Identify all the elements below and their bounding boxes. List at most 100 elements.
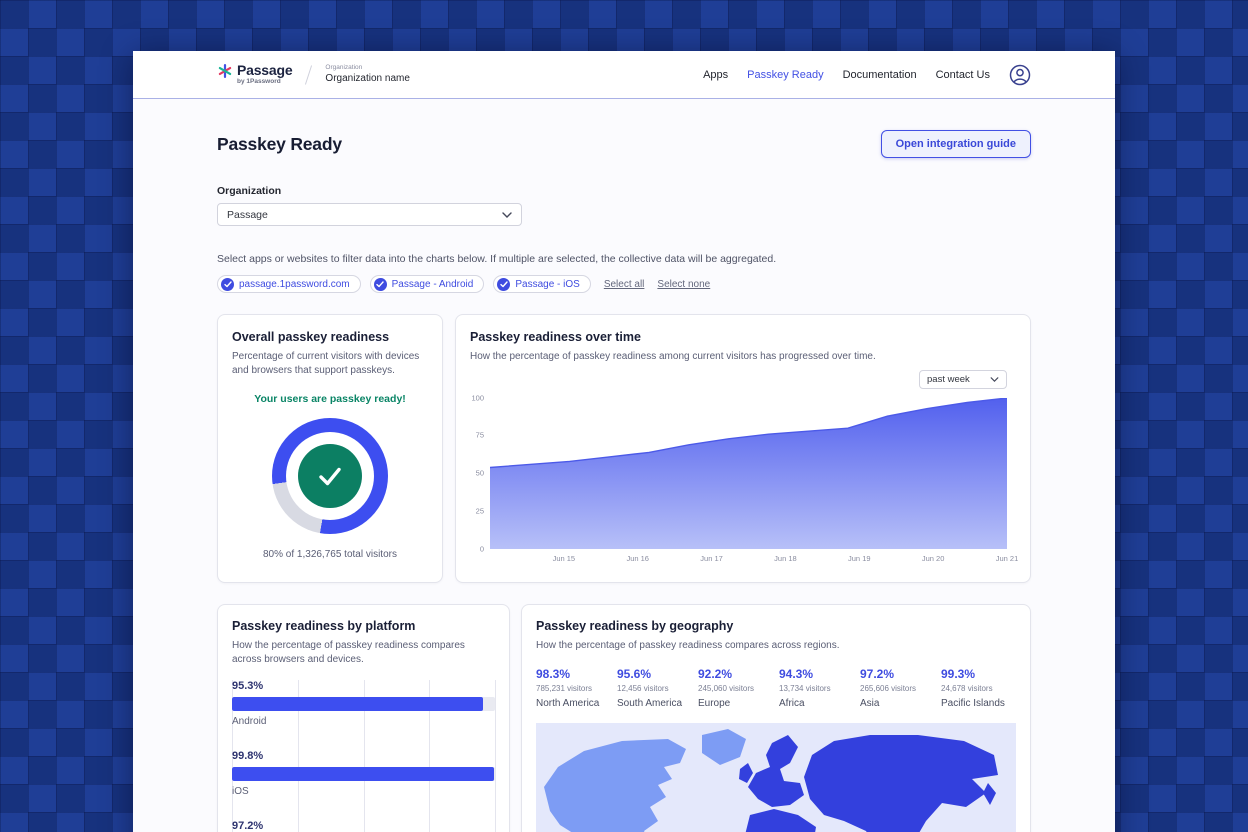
geo-stat-north-america: 98.3% 785,231 visitors North America bbox=[536, 667, 611, 711]
geo-stat-south-america: 95.6% 12,456 visitors South America bbox=[617, 667, 692, 711]
nav-contact-us[interactable]: Contact Us bbox=[936, 69, 990, 81]
app-window: Passage by 1Password Organization Organi… bbox=[133, 51, 1115, 832]
platform-card-description: How the percentage of passkey readiness … bbox=[232, 639, 495, 666]
cards-row-2: Passkey readiness by platform How the pe… bbox=[217, 604, 1031, 832]
platform-bar-value: 99.8% bbox=[232, 750, 495, 763]
map-europe bbox=[748, 735, 804, 807]
org-switcher[interactable]: Organization Organization name bbox=[325, 65, 410, 85]
platform-bar-value: 95.3% bbox=[232, 680, 495, 693]
select-all-link[interactable]: Select all bbox=[604, 279, 645, 290]
geo-region-name: Africa bbox=[779, 698, 854, 711]
logo-text: Passage by 1Password bbox=[237, 63, 292, 86]
over-time-card-title: Passkey readiness over time bbox=[470, 330, 1007, 344]
area-plot bbox=[490, 398, 1007, 549]
platform-bar-group: 97.2% bbox=[232, 820, 495, 832]
main-content: Passkey Ready Open integration guide Org… bbox=[133, 99, 1115, 832]
page-title: Passkey Ready bbox=[217, 134, 342, 155]
geography-stats: 98.3% 785,231 visitors North America 95.… bbox=[536, 667, 1016, 711]
geo-visitors: 13,734 visitors bbox=[779, 684, 854, 693]
platform-bar-fill bbox=[232, 767, 494, 781]
chip-passage-android[interactable]: Passage - Android bbox=[370, 275, 485, 293]
platform-bar-track bbox=[232, 767, 495, 781]
chip-passage-ios[interactable]: Passage - iOS bbox=[493, 275, 590, 293]
geography-card: Passkey readiness by geography How the p… bbox=[521, 604, 1031, 832]
passkey-ready-check-circle bbox=[298, 444, 362, 508]
platform-card: Passkey readiness by platform How the pe… bbox=[217, 604, 510, 832]
geo-stat-pacific-islands: 99.3% 24,678 visitors Pacific Islands bbox=[941, 667, 1016, 711]
map-japan bbox=[983, 783, 996, 805]
area-chart-svg bbox=[490, 398, 1007, 549]
chip-label: passage.1password.com bbox=[239, 279, 350, 290]
map-united-kingdom bbox=[739, 763, 753, 783]
brand-name: Passage bbox=[237, 63, 292, 77]
geo-percent: 97.2% bbox=[860, 667, 935, 681]
over-time-card-description: How the percentage of passkey readiness … bbox=[470, 350, 1007, 364]
geo-stat-africa: 94.3% 13,734 visitors Africa bbox=[779, 667, 854, 711]
geo-stat-asia: 97.2% 265,606 visitors Asia bbox=[860, 667, 935, 711]
geo-percent: 92.2% bbox=[698, 667, 773, 681]
org-label: Organization bbox=[325, 65, 410, 72]
passage-logo-icon bbox=[217, 63, 233, 84]
geo-percent: 99.3% bbox=[941, 667, 1016, 681]
geography-card-title: Passkey readiness by geography bbox=[536, 619, 1016, 633]
geo-visitors: 265,606 visitors bbox=[860, 684, 935, 693]
time-range-value: past week bbox=[927, 374, 970, 385]
geo-region-name: Asia bbox=[860, 698, 935, 711]
gridline bbox=[495, 680, 496, 832]
platform-bar-chart: 95.3% Android 99.8% iOS 97.2% bbox=[232, 680, 495, 832]
geo-visitors: 785,231 visitors bbox=[536, 684, 611, 693]
select-none-link[interactable]: Select none bbox=[657, 279, 710, 290]
geo-visitors: 24,678 visitors bbox=[941, 684, 1016, 693]
area-y-axis: 0255075100 bbox=[470, 398, 490, 549]
geography-card-description: How the percentage of passkey readiness … bbox=[536, 639, 1016, 653]
nav-apps[interactable]: Apps bbox=[703, 69, 728, 81]
breadcrumb-slash bbox=[305, 65, 312, 84]
platform-bar-value: 97.2% bbox=[232, 820, 495, 832]
header-left: Passage by 1Password Organization Organi… bbox=[217, 63, 410, 86]
org-name: Organization name bbox=[325, 74, 410, 84]
organization-select[interactable]: Passage bbox=[217, 203, 522, 226]
top-header: Passage by 1Password Organization Organi… bbox=[133, 51, 1115, 99]
over-time-card: Passkey readiness over time How the perc… bbox=[455, 314, 1031, 583]
chip-label: Passage - iOS bbox=[515, 279, 579, 290]
check-circle-icon bbox=[497, 278, 510, 291]
map-greenland bbox=[702, 729, 746, 765]
geo-percent: 98.3% bbox=[536, 667, 611, 681]
brand-byline: by 1Password bbox=[237, 79, 292, 86]
chip-passage-1password-com[interactable]: passage.1password.com bbox=[217, 275, 361, 293]
geo-percent: 95.6% bbox=[617, 667, 692, 681]
platform-bar-track bbox=[232, 697, 495, 711]
platform-card-title: Passkey readiness by platform bbox=[232, 619, 495, 633]
platform-bar-name: Android bbox=[232, 716, 495, 728]
chip-label: Passage - Android bbox=[392, 279, 474, 290]
passage-logo[interactable]: Passage by 1Password bbox=[217, 63, 292, 86]
overall-readiness-card: Overall passkey readiness Percentage of … bbox=[217, 314, 443, 583]
geo-region-name: North America bbox=[536, 698, 611, 711]
area-x-axis: Jun 15Jun 16Jun 17Jun 18Jun 19Jun 20Jun … bbox=[490, 549, 1007, 567]
platform-bar-group: 95.3% Android bbox=[232, 680, 495, 728]
nav-passkey-ready[interactable]: Passkey Ready bbox=[747, 69, 823, 81]
open-integration-guide-button[interactable]: Open integration guide bbox=[881, 130, 1031, 158]
nav-documentation[interactable]: Documentation bbox=[843, 69, 917, 81]
geo-region-name: Pacific Islands bbox=[941, 698, 1016, 711]
chevron-down-icon bbox=[990, 374, 999, 385]
platform-bar-group: 99.8% iOS bbox=[232, 750, 495, 798]
check-circle-icon bbox=[221, 278, 234, 291]
overall-card-description: Percentage of current visitors with devi… bbox=[232, 350, 428, 377]
organization-label: Organization bbox=[217, 185, 1031, 197]
account-icon[interactable] bbox=[1009, 64, 1031, 86]
platform-bar-name: iOS bbox=[232, 786, 495, 798]
overall-card-title: Overall passkey readiness bbox=[232, 330, 428, 344]
area-chart: 0255075100 bbox=[470, 398, 1007, 549]
check-icon bbox=[314, 460, 346, 492]
range-row: past week bbox=[470, 370, 1007, 389]
geo-percent: 94.3% bbox=[779, 667, 854, 681]
check-circle-icon bbox=[374, 278, 387, 291]
geo-region-name: South America bbox=[617, 698, 692, 711]
map-north-america bbox=[544, 739, 686, 832]
geo-visitors: 12,456 visitors bbox=[617, 684, 692, 693]
map-asia bbox=[804, 735, 998, 832]
filter-hint: Select apps or websites to filter data i… bbox=[217, 253, 1031, 265]
time-range-select[interactable]: past week bbox=[919, 370, 1007, 389]
map-africa bbox=[744, 809, 816, 832]
